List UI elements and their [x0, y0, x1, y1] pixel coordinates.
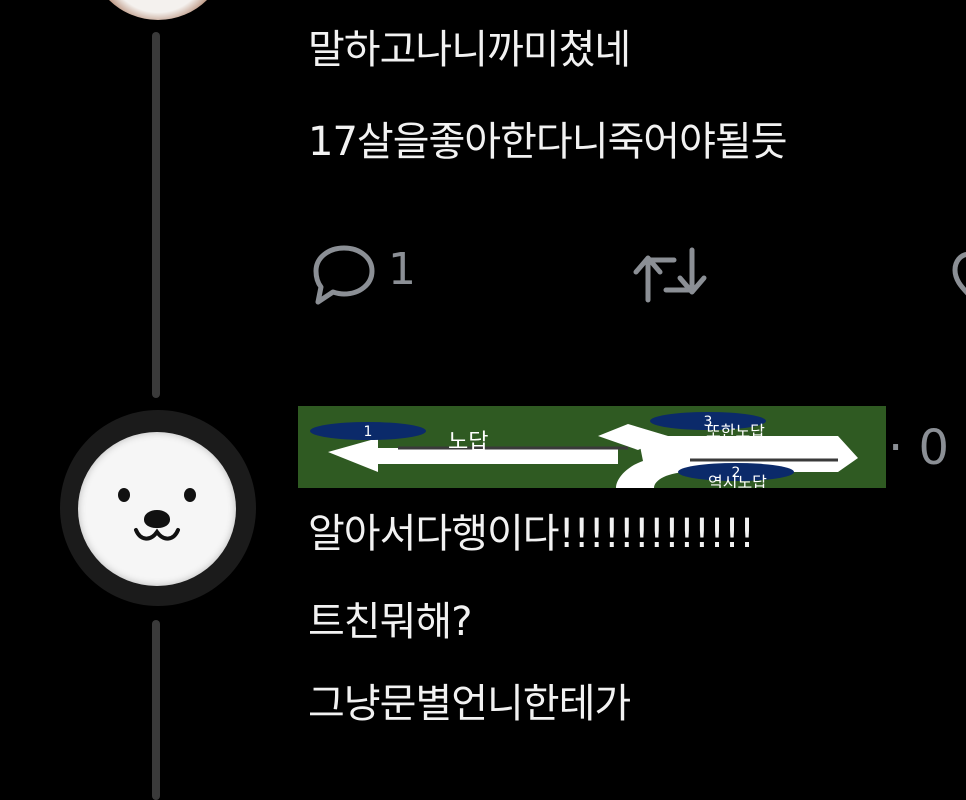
avatar[interactable]: [88, 0, 228, 20]
like-button[interactable]: [952, 244, 966, 308]
tweet-text-line: 말하고나니까미쳤네: [308, 27, 631, 73]
reply-icon: [313, 245, 375, 305]
tweet-banner-image: 1 노답 3 또한노답 2 역시노답: [298, 406, 886, 488]
dog-eye-right: [184, 488, 196, 502]
dog-eye-left: [118, 488, 130, 502]
banner-svg: 1 노답 3 또한노답 2 역시노답: [310, 412, 858, 488]
banner-label-left: 노답: [448, 430, 488, 455]
like-icon: [952, 251, 966, 296]
tweet-timestamp[interactable]: · 0: [888, 420, 949, 476]
banner-label-right-top: 또한노답: [706, 422, 765, 441]
thread-line-top: [152, 32, 160, 398]
retweet-button[interactable]: [628, 246, 712, 308]
avatar[interactable]: [60, 410, 256, 606]
banner-number-1: 1: [364, 424, 373, 440]
reply-button[interactable]: [310, 242, 380, 310]
tweet-text-line: 트친뭐해?: [308, 599, 472, 645]
dog-mouth: [134, 528, 180, 541]
tweet-text-line: 알아서다행이다!!!!!!!!!!!!!: [308, 511, 755, 557]
tweet-text-line: 그냥문별언니한테가: [308, 681, 631, 727]
dog-face: [78, 432, 236, 586]
tweet-text-line: 17살을좋아한다니죽어야될듯: [308, 119, 787, 165]
retweet-icon: [633, 247, 707, 303]
banner-label-right-bottom: 역시노답: [708, 473, 767, 488]
reply-count: 1: [388, 244, 416, 295]
thread-line-bottom: [152, 620, 160, 800]
